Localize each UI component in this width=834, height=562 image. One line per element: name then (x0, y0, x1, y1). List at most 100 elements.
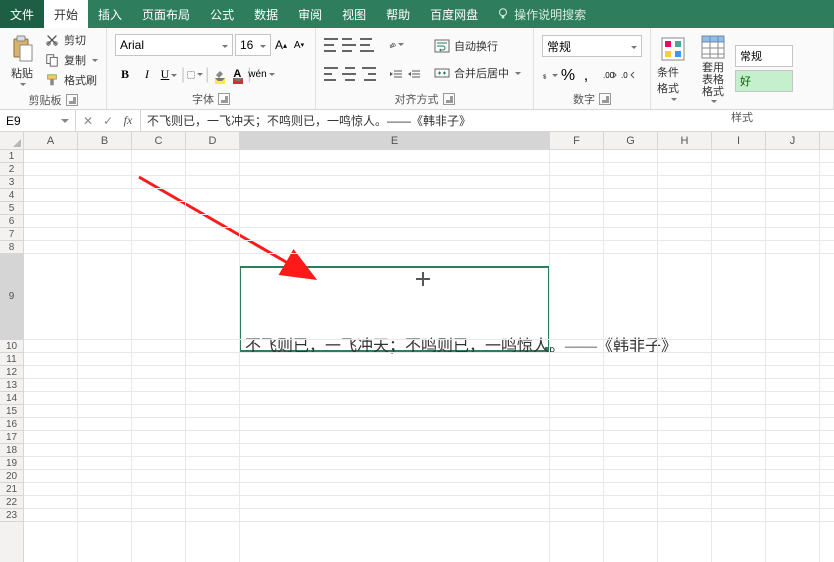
clipboard-launcher[interactable] (66, 94, 78, 106)
tab-file[interactable]: 文件 (0, 0, 44, 28)
paste-button[interactable]: 粘贴 (4, 30, 40, 90)
copy-button[interactable]: 复制 (40, 50, 102, 70)
row-header-20[interactable]: 20 (0, 470, 23, 483)
cell-grid[interactable]: 不飞则已，一飞冲天；不鸣则已，一鸣惊人。——《韩非子》 (24, 150, 834, 562)
column-header-a[interactable]: A (24, 132, 78, 149)
column-header-h[interactable]: H (658, 132, 712, 149)
percent-format-button[interactable]: % (560, 68, 576, 84)
italic-button[interactable]: I (137, 65, 157, 85)
tell-me-search[interactable]: 操作说明搜索 (496, 0, 586, 28)
group-label-font: 字体 (192, 91, 214, 107)
scissors-icon (44, 32, 60, 48)
row-header-3[interactable]: 3 (0, 176, 23, 189)
font-color-button[interactable]: A (229, 68, 245, 82)
alignment-launcher[interactable] (443, 93, 455, 105)
tab-home[interactable]: 开始 (44, 0, 88, 28)
row-header-10[interactable]: 10 (0, 340, 23, 353)
row-header-2[interactable]: 2 (0, 163, 23, 176)
column-header-j[interactable]: J (766, 132, 820, 149)
row-header-9[interactable]: 9 (0, 254, 23, 340)
conditional-format-icon (660, 36, 686, 62)
tab-help[interactable]: 帮助 (376, 0, 420, 28)
merge-center-button[interactable]: 合并后居中 (430, 63, 525, 83)
bold-button[interactable]: B (115, 65, 135, 85)
insert-function-icon[interactable]: fx (118, 113, 138, 128)
decrease-font-icon[interactable]: A▾ (291, 37, 307, 53)
orientation-button[interactable]: ab (388, 37, 404, 53)
row-header-22[interactable]: 22 (0, 496, 23, 509)
group-number: 常规 $ % , .00 .0 数字 (534, 28, 651, 109)
cancel-formula-icon[interactable]: ✕ (78, 114, 98, 128)
cell-style-normal[interactable]: 常规 (735, 45, 793, 67)
name-box[interactable]: E9 (0, 110, 76, 131)
decrease-decimal-button[interactable]: .0 (620, 68, 636, 84)
phonetic-guide-button[interactable]: wén (253, 67, 269, 83)
increase-decimal-button[interactable]: .00 (602, 68, 618, 84)
tab-baidu-netdisk[interactable]: 百度网盘 (420, 0, 488, 28)
align-right-icon[interactable] (360, 67, 376, 81)
svg-text:$: $ (543, 74, 547, 80)
column-header-g[interactable]: G (604, 132, 658, 149)
row-headers: 1234567891011121314151617181920212223 (0, 150, 24, 562)
clipboard-icon (10, 35, 34, 63)
tab-formulas[interactable]: 公式 (200, 0, 244, 28)
row-header-15[interactable]: 15 (0, 405, 23, 418)
column-header-e[interactable]: E (240, 132, 550, 149)
font-launcher[interactable] (218, 93, 230, 105)
group-label-alignment: 对齐方式 (395, 91, 439, 107)
comma-format-button[interactable]: , (578, 68, 594, 84)
accounting-format-button[interactable]: $ (542, 68, 558, 84)
row-header-13[interactable]: 13 (0, 379, 23, 392)
row-header-8[interactable]: 8 (0, 241, 23, 254)
column-header-f[interactable]: F (550, 132, 604, 149)
row-header-6[interactable]: 6 (0, 215, 23, 228)
font-size-select[interactable]: 16 (235, 34, 271, 56)
column-header-b[interactable]: B (78, 132, 132, 149)
row-header-21[interactable]: 21 (0, 483, 23, 496)
underline-button[interactable]: U (159, 65, 179, 85)
tab-review[interactable]: 审阅 (288, 0, 332, 28)
tab-insert[interactable]: 插入 (88, 0, 132, 28)
align-center-icon[interactable] (342, 67, 358, 81)
border-button[interactable] (187, 67, 203, 83)
wrap-text-button[interactable]: 自动换行 (430, 36, 525, 56)
row-header-16[interactable]: 16 (0, 418, 23, 431)
tab-data[interactable]: 数据 (244, 0, 288, 28)
row-header-18[interactable]: 18 (0, 444, 23, 457)
increase-font-icon[interactable]: A▴ (273, 37, 289, 53)
enter-formula-icon[interactable]: ✓ (98, 114, 118, 128)
row-header-14[interactable]: 14 (0, 392, 23, 405)
row-header-23[interactable]: 23 (0, 509, 23, 522)
select-all-corner[interactable] (0, 132, 24, 150)
row-header-11[interactable]: 11 (0, 353, 23, 366)
number-format-select[interactable]: 常规 (542, 35, 642, 57)
number-launcher[interactable] (599, 93, 611, 105)
increase-indent-icon[interactable] (406, 66, 422, 82)
tab-page-layout[interactable]: 页面布局 (132, 0, 200, 28)
column-header-d[interactable]: D (186, 132, 240, 149)
row-header-12[interactable]: 12 (0, 366, 23, 379)
conditional-formatting-button[interactable]: 条件格式 (655, 32, 691, 105)
row-header-5[interactable]: 5 (0, 202, 23, 215)
align-bottom-icon[interactable] (360, 38, 376, 52)
tab-view[interactable]: 视图 (332, 0, 376, 28)
format-as-table-button[interactable]: 套用 表格格式 (695, 30, 731, 107)
row-header-1[interactable]: 1 (0, 150, 23, 163)
column-header-c[interactable]: C (132, 132, 186, 149)
row-header-7[interactable]: 7 (0, 228, 23, 241)
align-top-icon[interactable] (324, 38, 340, 52)
decrease-indent-icon[interactable] (388, 66, 404, 82)
font-name-select[interactable]: Arial (115, 34, 233, 56)
cell-style-good[interactable]: 好 (735, 70, 793, 92)
spreadsheet-area: ABCDEFGHIJ 12345678910111213141516171819… (0, 132, 834, 562)
row-header-4[interactable]: 4 (0, 189, 23, 202)
format-painter-button[interactable]: 格式刷 (40, 70, 102, 90)
copy-icon (44, 52, 60, 68)
fill-color-button[interactable] (211, 68, 227, 82)
row-header-17[interactable]: 17 (0, 431, 23, 444)
cut-button[interactable]: 剪切 (40, 30, 102, 50)
column-header-i[interactable]: I (712, 132, 766, 149)
row-header-19[interactable]: 19 (0, 457, 23, 470)
align-left-icon[interactable] (324, 67, 340, 81)
align-middle-icon[interactable] (342, 38, 358, 52)
